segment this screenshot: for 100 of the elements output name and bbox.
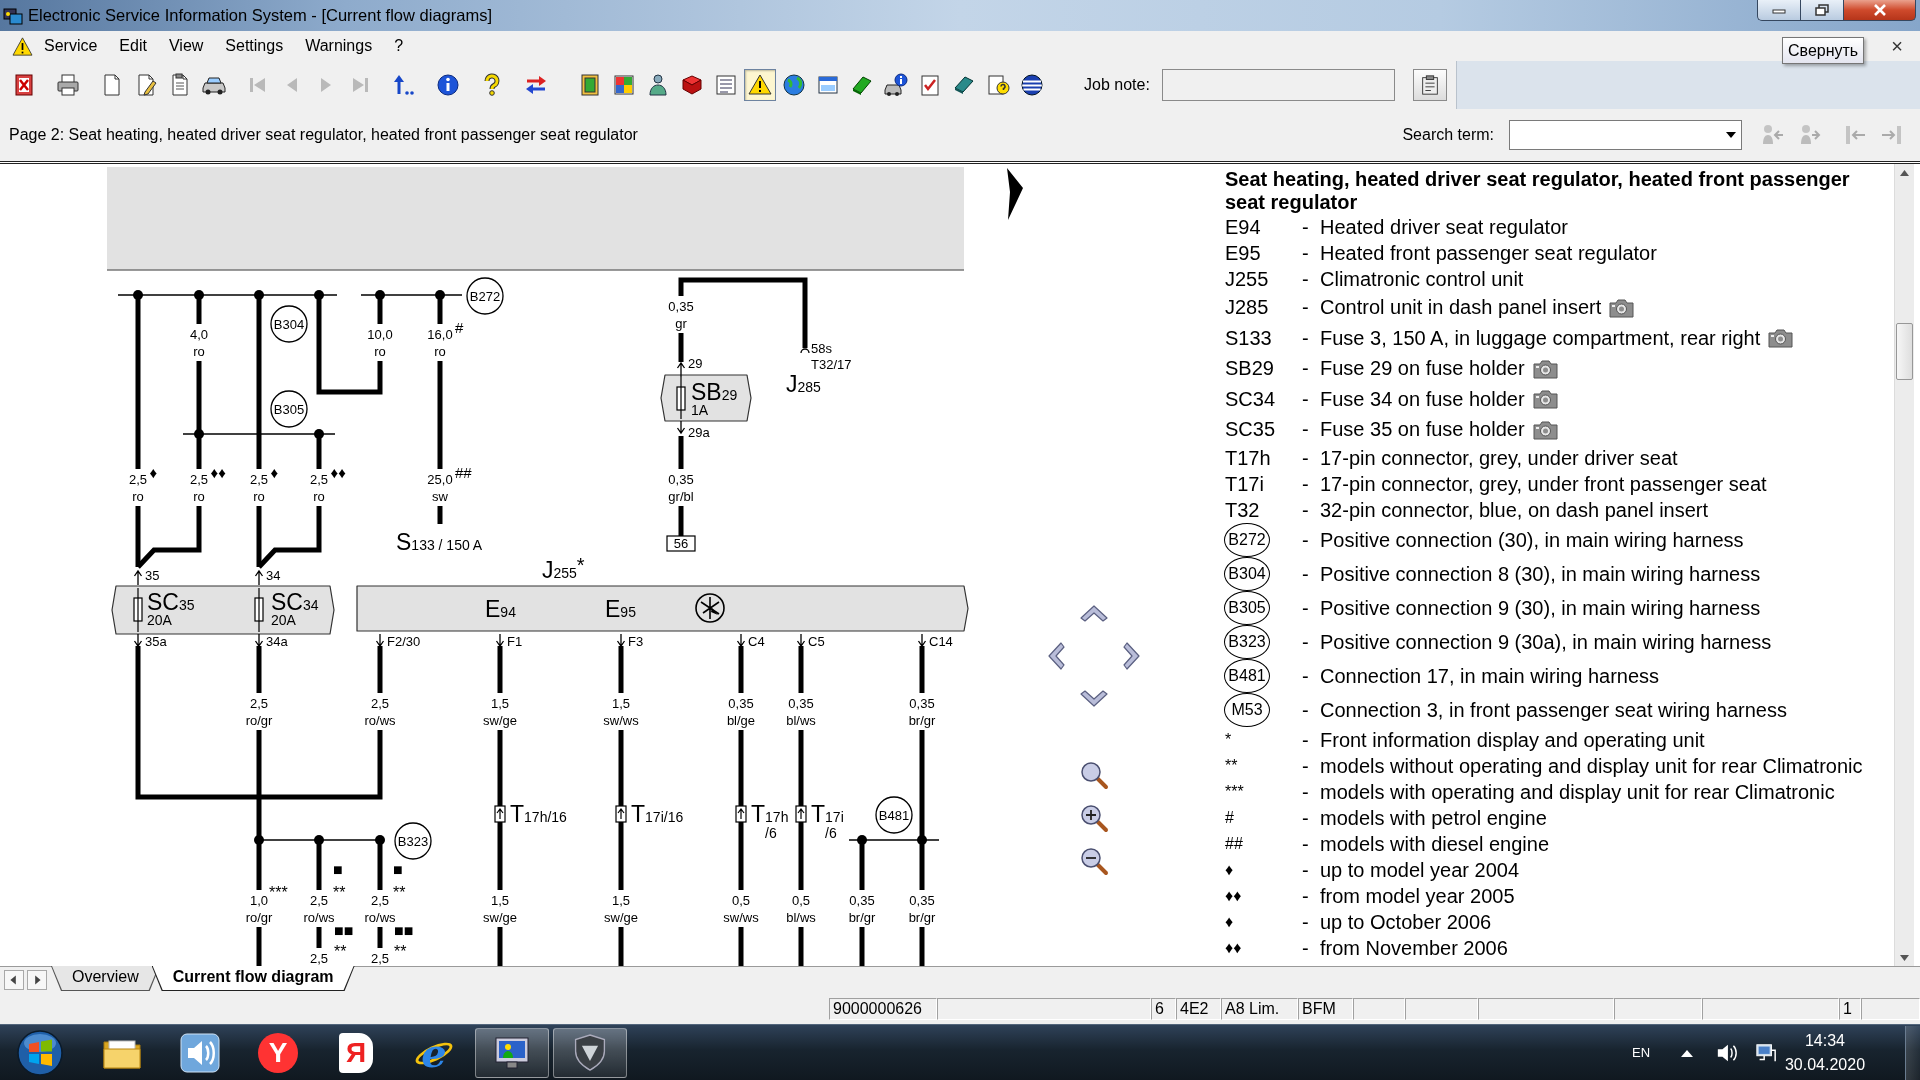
taskbar-button[interactable] [553, 1027, 627, 1078]
network-monitor-icon[interactable] [1755, 1041, 1777, 1064]
connection-point-label: B481 [875, 796, 913, 834]
pin-cap-icon [800, 348, 810, 354]
camera-icon[interactable] [1532, 418, 1558, 440]
dash-separator: - [1302, 936, 1309, 959]
pin-label: 34a [266, 634, 288, 649]
taskbar-button[interactable]: Y [241, 1027, 315, 1078]
scroll-right-icon[interactable] [27, 970, 47, 990]
connector-icon [494, 805, 506, 823]
camera-icon[interactable] [1532, 388, 1558, 410]
camera-icon[interactable] [1532, 357, 1558, 379]
dash-separator: - [1302, 630, 1309, 653]
scrollbar-thumb[interactable] [1896, 323, 1913, 380]
legend-description: Heated front passenger seat regulator [1320, 242, 1657, 264]
wire-label: 2,5 ro/ws [364, 696, 396, 728]
legend-code: J285 [1225, 296, 1269, 319]
junction-dot-icon [133, 290, 143, 300]
pin-label: F3 [628, 634, 644, 649]
camera-icon[interactable] [1768, 327, 1794, 349]
chevron-left-icon[interactable] [1046, 640, 1066, 671]
status-panel: 9000000626 [829, 998, 937, 1020]
menu-item[interactable]: Warnings [294, 34, 384, 58]
pin-arrow-icon [676, 420, 686, 435]
taskbar-button[interactable] [475, 1027, 549, 1078]
person-icon [646, 73, 670, 97]
tooltip: Свернуть [1782, 37, 1865, 64]
scroll-up-icon[interactable] [1900, 169, 1909, 176]
fuse-label: SB29 1A [691, 379, 738, 418]
checked-page-icon [918, 73, 942, 97]
legend-code: SC34 [1225, 387, 1276, 410]
page-marker-icon [1007, 168, 1023, 220]
pin-arrow-icon [133, 569, 143, 586]
pin-arrow-icon [917, 633, 927, 648]
minimize-button[interactable] [1757, 0, 1800, 21]
app-logo: Y [258, 1032, 298, 1073]
monitor-figure-icon [493, 1034, 531, 1071]
show-desktop-button[interactable] [1905, 1025, 1920, 1080]
menu-item[interactable]: View [157, 34, 215, 58]
legend-code: T32 [1225, 498, 1260, 521]
close-document-button[interactable]: × [1887, 34, 1907, 58]
close-button[interactable] [1843, 0, 1916, 21]
toolbar-button[interactable] [744, 69, 776, 101]
job-note-field[interactable] [1161, 69, 1395, 101]
dash-separator: - [1302, 832, 1309, 855]
chevron-down-icon[interactable] [1079, 688, 1109, 709]
search-field[interactable] [1509, 120, 1742, 150]
warning-icon[interactable] [12, 36, 33, 56]
pin-arrow-icon [676, 361, 686, 378]
menu-item[interactable]: Settings [214, 34, 295, 58]
footnote-mark: ■ ** [333, 861, 346, 901]
magnifier-icon[interactable] [1079, 760, 1109, 790]
legend-description: Fuse 35 on fuse holder [1320, 418, 1525, 441]
junction-dot-icon [375, 835, 385, 845]
pin-arrow-icon [495, 633, 505, 648]
menu-item[interactable]: Service [33, 34, 109, 58]
zoom-out-icon[interactable] [1079, 846, 1109, 876]
connector-label: T17i /6 [811, 801, 844, 841]
start-orb-icon[interactable] [16, 1028, 64, 1077]
menu-item[interactable]: Edit [108, 34, 158, 58]
menu-item[interactable]: ? [383, 34, 415, 58]
junction-dot-icon [917, 835, 927, 845]
legend-code: T17h [1225, 446, 1271, 469]
legend-description: Front information display and operating unit [1320, 728, 1705, 751]
legend-code: SC35 [1225, 418, 1276, 441]
legend-description: Connection 17, in main wiring harness [1320, 664, 1660, 687]
restore-button[interactable] [1800, 0, 1843, 21]
wire-label: 0,35 br/gr [908, 696, 936, 728]
app-window-icon[interactable] [3, 6, 23, 25]
bar-left-arrow-icon [1843, 123, 1867, 147]
status-panel: BFM [1298, 998, 1353, 1020]
dash-separator: - [1302, 858, 1309, 881]
warning-icon [748, 73, 772, 97]
scroll-down-icon[interactable] [1900, 954, 1909, 961]
wire-label: 0,35 gr [668, 299, 694, 331]
status-panel [1861, 998, 1920, 1020]
job-note-button[interactable] [1412, 69, 1447, 101]
dash-separator: - [1302, 728, 1309, 751]
dash-separator: - [1302, 326, 1309, 349]
scroll-left-icon[interactable] [4, 970, 24, 990]
pin-label: 29 [688, 356, 703, 371]
connection-point-label: B272 [466, 277, 504, 315]
taskbar-button[interactable]: Я [319, 1027, 393, 1078]
zoom-in-icon[interactable] [1079, 803, 1109, 833]
pin-label: C14 [929, 634, 953, 649]
camera-icon[interactable] [1609, 296, 1635, 318]
clock[interactable]: 14:34 30.04.2020 [1780, 1028, 1870, 1077]
car-info-icon [884, 73, 908, 97]
legend-description: 32-pin connector, blue, on dash panel insert [1320, 498, 1709, 521]
dash-separator: - [1302, 498, 1309, 521]
page-title: Page 2: Seat heating, heated driver seat regulator, heated front passenger seat regulator [9, 126, 638, 144]
legend-description: Fuse 34 on fuse holder [1320, 387, 1525, 410]
striped-ball-icon [1020, 73, 1044, 97]
language-indicator[interactable]: EN [1631, 1045, 1651, 1060]
fuse-label: SC34 20A [271, 589, 319, 628]
dropdown-arrow-icon[interactable] [1726, 132, 1736, 138]
chevron-right-icon[interactable] [1122, 640, 1142, 671]
sheet-tab[interactable]: Current flow diagram [151, 966, 355, 991]
list-page-icon [714, 73, 738, 97]
legend-description: Positive connection (30), in main wiring harness [1320, 528, 1744, 551]
